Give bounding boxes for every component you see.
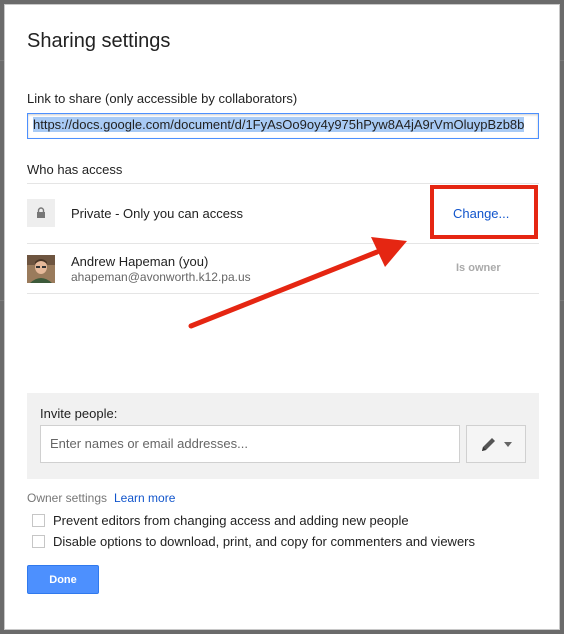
prevent-editors-option[interactable]: Prevent editors from changing access and… bbox=[32, 513, 409, 528]
disable-download-checkbox[interactable] bbox=[32, 535, 45, 548]
prevent-editors-label: Prevent editors from changing access and… bbox=[53, 513, 409, 528]
permission-dropdown-button[interactable] bbox=[466, 425, 526, 463]
invite-people-panel: Invite people: Enter names or email addr… bbox=[27, 393, 539, 479]
invite-people-input[interactable]: Enter names or email addresses... bbox=[40, 425, 460, 463]
learn-more-link[interactable]: Learn more bbox=[114, 491, 175, 505]
done-button[interactable]: Done bbox=[27, 565, 99, 594]
invite-people-label: Invite people: bbox=[40, 406, 118, 421]
owner-settings-label: Owner settings bbox=[27, 491, 108, 505]
disable-download-option[interactable]: Disable options to download, print, and … bbox=[32, 534, 475, 549]
pencil-icon bbox=[482, 438, 495, 451]
prevent-editors-checkbox[interactable] bbox=[32, 514, 45, 527]
chevron-down-icon bbox=[504, 441, 512, 447]
disable-download-label: Disable options to download, print, and … bbox=[53, 534, 475, 549]
sharing-settings-dialog: Sharing settings Link to share (only acc… bbox=[4, 4, 560, 630]
